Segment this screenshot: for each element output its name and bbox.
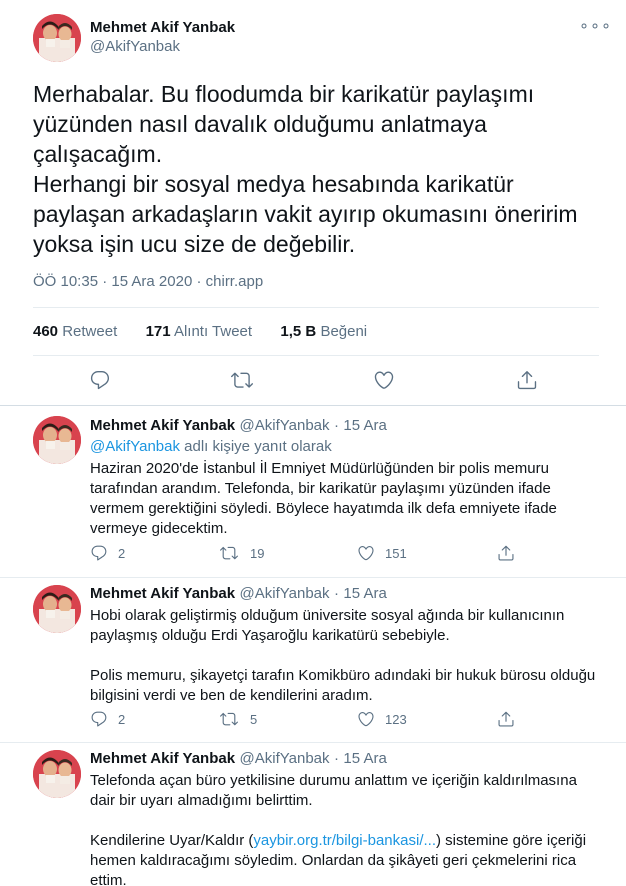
avatar[interactable]	[33, 585, 81, 633]
retweets-stat[interactable]: 460 Retweet	[33, 323, 117, 340]
author-name[interactable]: Mehmet Akif Yanbak	[90, 750, 235, 767]
tweet-line: Haziran 2020'de İstanbul İl Emniyet Müdü…	[90, 460, 549, 477]
tweet-text: Haziran 2020'de İstanbul İl Emniyet Müdü…	[90, 459, 600, 539]
avatar[interactable]	[33, 750, 81, 798]
tweet-line: vermem gerektiğini söyledi. Böylece haya…	[90, 500, 557, 517]
tweet-line: Kendilerine Uyar/Kaldır (yaybir.org.tr/b…	[90, 831, 600, 851]
reply-context: @AkifYanbak adlı kişiye yanıt olarak	[90, 438, 332, 455]
tweet-text: Hobi olarak geliştirmiş olduğum üniversi…	[90, 606, 600, 706]
retweet-icon[interactable]	[231, 369, 253, 396]
retweet-count: 5	[250, 711, 258, 727]
like-icon	[357, 710, 375, 728]
tweet-meta: ÖÖ 10:35 · 15 Ara 2020 · chirr.app	[33, 273, 263, 290]
reply-header: Mehmet Akif Yanbak @AkifYanbak · 15 Ara	[90, 585, 387, 603]
retweet-icon	[220, 710, 238, 728]
meta-separator: ·	[333, 417, 339, 434]
reply-count: 2	[118, 711, 126, 727]
reply-header: Mehmet Akif Yanbak @AkifYanbak · 15 Ara	[90, 750, 387, 768]
reply-count: 2	[118, 545, 126, 561]
retweets-count: 460	[33, 323, 59, 340]
divider	[33, 355, 599, 356]
likes-count: 1,5 B	[280, 323, 317, 340]
like-icon	[357, 544, 375, 562]
like-icon[interactable]	[373, 369, 395, 396]
reply-button[interactable]: 2	[90, 544, 125, 562]
like-count: 151	[385, 545, 407, 561]
like-button[interactable]: 123	[357, 710, 407, 728]
retweet-button[interactable]: 19	[220, 544, 264, 562]
tweet-line: bilgisini verdi ve ben de kendilerini ar…	[90, 687, 373, 704]
author-handle[interactable]: @AkifYanbak	[240, 585, 330, 602]
divider	[0, 742, 626, 743]
tweet-line: dair bir uyarı almadığımı belirttim.	[90, 792, 313, 809]
avatar[interactable]	[33, 416, 81, 464]
author-name[interactable]: Mehmet Akif Yanbak	[90, 585, 235, 602]
tweet-date[interactable]: 15 Ara 2020	[111, 273, 192, 290]
reply-to-handle[interactable]: @AkifYanbak	[90, 438, 180, 455]
tweet-line: ettim.	[90, 872, 127, 886]
reply-header: Mehmet Akif Yanbak @AkifYanbak · 15 Ara	[90, 417, 387, 435]
tweet-line: Herhangi bir sosyal medya hesabında kari…	[33, 171, 514, 197]
reply-icon	[90, 710, 108, 728]
retweets-label: Retweet	[62, 323, 118, 340]
tweet-line: Telefonda açan büro yetkilisine durumu a…	[90, 772, 577, 789]
like-count: 123	[385, 711, 407, 727]
tweet-date[interactable]: 15 Ara	[343, 750, 386, 767]
tweet-stats: 460 Retweet 171 Alıntı Tweet 1,5 B Beğen…	[33, 323, 367, 340]
author-handle[interactable]: @AkifYanbak	[90, 38, 180, 55]
retweet-button[interactable]: 5	[220, 710, 257, 728]
tweet-line: vermeye gidecektim.	[90, 520, 228, 537]
tweet-line: Hobi olarak geliştirmiş olduğum üniversi…	[90, 607, 565, 624]
tweet-line: Merhabalar. Bu floodumda bir karikatür p…	[33, 81, 535, 107]
author-name[interactable]: Mehmet Akif Yanbak	[90, 19, 235, 36]
tweet-text: Telefonda açan büro yetkilisine durumu a…	[90, 771, 600, 886]
author-handle[interactable]: @AkifYanbak	[240, 750, 330, 767]
share-icon[interactable]	[516, 369, 538, 396]
tweet-link[interactable]: yaybir.org.tr/bilgi-bankasi/...	[253, 832, 436, 849]
reply-to-label: adlı kişiye yanıt olarak	[180, 438, 332, 455]
quotes-stat[interactable]: 171 Alıntı Tweet	[146, 323, 252, 340]
tweet-time[interactable]: ÖÖ 10:35	[33, 273, 98, 290]
tweet-line	[90, 646, 600, 666]
reply-icon	[90, 544, 108, 562]
quotes-label: Alıntı Tweet	[173, 323, 253, 340]
likes-stat[interactable]: 1,5 B Beğeni	[280, 323, 367, 340]
divider	[0, 577, 626, 578]
meta-separator: ·	[102, 273, 108, 290]
tweet-line: paylaşan arkadaşların vakit ayırıp okuma…	[33, 201, 578, 227]
share-icon[interactable]	[497, 544, 515, 567]
meta-separator: ·	[196, 273, 202, 290]
author-name[interactable]: Mehmet Akif Yanbak	[90, 417, 235, 434]
retweet-count: 19	[250, 545, 265, 561]
avatar[interactable]	[33, 14, 81, 62]
tweet-line: çalışacağım.	[33, 141, 163, 167]
divider	[33, 307, 599, 308]
tweet-line: paylaşmış olduğu Erdi Yaşaroğlu karikatü…	[90, 627, 450, 644]
retweet-icon	[220, 544, 238, 562]
author-handle[interactable]: @AkifYanbak	[240, 417, 330, 434]
tweet-line: yüzünden nasıl davalık olduğumu anlatmay…	[33, 111, 487, 137]
meta-separator: ·	[333, 750, 339, 767]
tweet-line: tarafından arandım. Telefonda, bir karik…	[90, 480, 551, 497]
share-icon[interactable]	[497, 710, 515, 733]
tweet-text: Merhabalar. Bu floodumda bir karikatür p…	[33, 79, 593, 259]
divider	[0, 405, 626, 406]
likes-label: Beğeni	[320, 323, 368, 340]
like-button[interactable]: 151	[357, 544, 407, 562]
tweet-date[interactable]: 15 Ara	[343, 585, 386, 602]
tweet-line: yoksa işin ucu size de değebilir.	[33, 231, 356, 257]
tweet-line: hemen kaldıracağımı söyledim. Onlardan d…	[90, 852, 577, 869]
text-fragment: Kendilerine Uyar/Kaldır (	[90, 832, 254, 849]
tweet-date[interactable]: 15 Ara	[343, 417, 386, 434]
reply-button[interactable]: 2	[90, 710, 125, 728]
reply-icon[interactable]	[89, 369, 111, 396]
tweet-source[interactable]: chirr.app	[206, 273, 264, 290]
meta-separator: ·	[333, 585, 339, 602]
text-fragment: ) sistemine göre içeriği	[435, 832, 587, 849]
more-icon[interactable]: ∘∘∘	[579, 19, 612, 35]
tweet-line: Polis memuru, şikayetçi tarafın Komikbür…	[90, 667, 596, 684]
quotes-count: 171	[145, 323, 171, 340]
